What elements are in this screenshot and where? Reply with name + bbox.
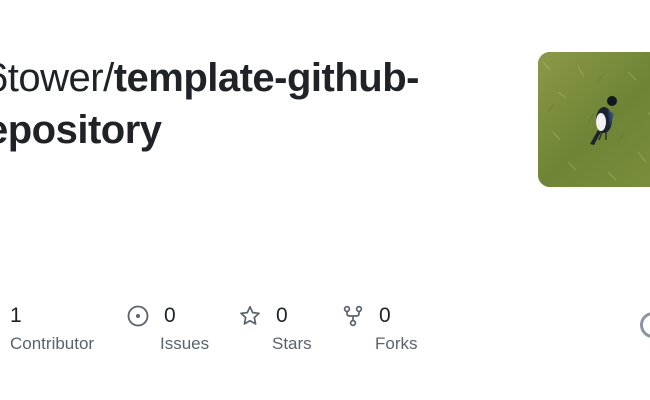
- stars-count: 0: [276, 304, 288, 327]
- issues-label: Issues: [160, 334, 210, 353]
- stat-issues[interactable]: 0 Issues: [126, 300, 209, 354]
- issue-opened-icon: [126, 304, 150, 328]
- contributors-label: Contributor: [10, 334, 95, 353]
- issues-count: 0: [164, 304, 176, 327]
- repo-name-continued[interactable]: epository: [0, 108, 162, 152]
- repo-social-card: 6tower/template-github- epository: [0, 0, 650, 400]
- stars-label: Stars: [272, 334, 312, 353]
- star-icon: [238, 304, 262, 328]
- repo-owner[interactable]: 6tower: [0, 56, 104, 100]
- stat-stars[interactable]: 0 Stars: [238, 300, 312, 354]
- forks-count: 0: [379, 304, 391, 327]
- contributors-count: 1: [10, 304, 22, 327]
- forks-label: Forks: [375, 334, 418, 353]
- repo-title[interactable]: 6tower/template-github- epository: [0, 52, 506, 156]
- avatar-photo: [538, 52, 650, 187]
- stat-forks[interactable]: 0 Forks: [341, 300, 418, 354]
- owner-avatar: [538, 52, 650, 187]
- repo-separator: /: [103, 56, 114, 100]
- repo-stats: 1 Contributor 0 Issues 0 Stars 0 Forks: [0, 300, 650, 360]
- repo-name[interactable]: template-github-: [114, 56, 420, 100]
- stat-contributors[interactable]: 1 Contributor: [10, 300, 94, 354]
- repo-forked-icon: [341, 304, 365, 328]
